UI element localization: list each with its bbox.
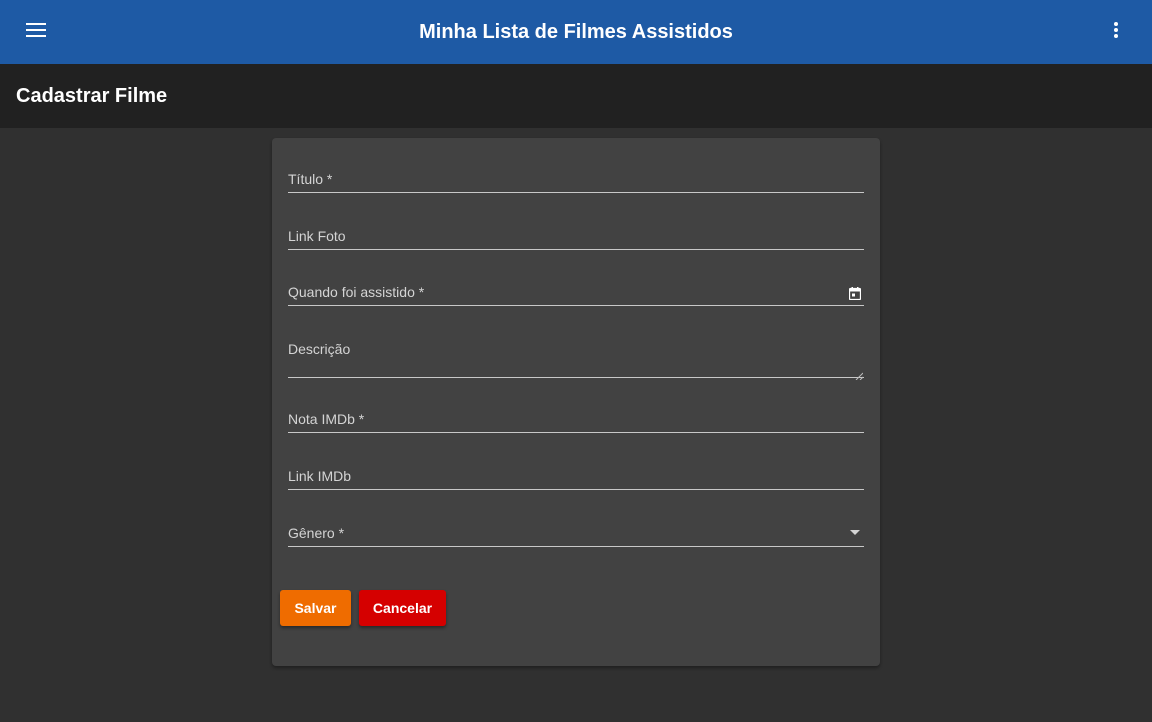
titulo-field[interactable]: Título * [288, 166, 864, 193]
app-title: Minha Lista de Filmes Assistidos [419, 21, 733, 43]
calendar-icon[interactable] [848, 286, 862, 300]
movie-form-card: Título * Link Foto Quando foi assistido … [272, 138, 880, 666]
link-imdb-field[interactable]: Link IMDb [288, 463, 864, 490]
menu-icon [26, 22, 46, 42]
menu-button[interactable] [20, 16, 52, 48]
link-foto-input[interactable] [288, 225, 840, 247]
app-toolbar: Minha Lista de Filmes Assistidos [0, 0, 1152, 64]
descricao-input[interactable] [288, 353, 840, 375]
descricao-field[interactable]: Descrição [288, 336, 864, 381]
dropdown-arrow-icon[interactable] [848, 525, 862, 539]
page-header: Cadastrar Filme [0, 64, 1152, 128]
link-foto-field[interactable]: Link Foto [288, 223, 864, 250]
page-title: Cadastrar Filme [16, 85, 168, 107]
more-options-button[interactable] [1100, 16, 1132, 48]
quando-assistido-field[interactable]: Quando foi assistido * [288, 279, 864, 306]
genero-select[interactable]: Gênero * [288, 520, 864, 547]
save-button[interactable]: Salvar [280, 590, 351, 626]
more-vert-icon [1114, 21, 1118, 43]
genero-label: Gênero * [288, 525, 345, 541]
quando-assistido-input[interactable] [288, 281, 840, 303]
nota-imdb-input[interactable] [288, 408, 840, 430]
resize-handle-icon[interactable] [855, 367, 864, 381]
link-imdb-input[interactable] [288, 465, 840, 487]
titulo-input[interactable] [288, 168, 840, 190]
nota-imdb-field[interactable]: Nota IMDb * [288, 406, 864, 433]
cancel-button[interactable]: Cancelar [359, 590, 446, 626]
